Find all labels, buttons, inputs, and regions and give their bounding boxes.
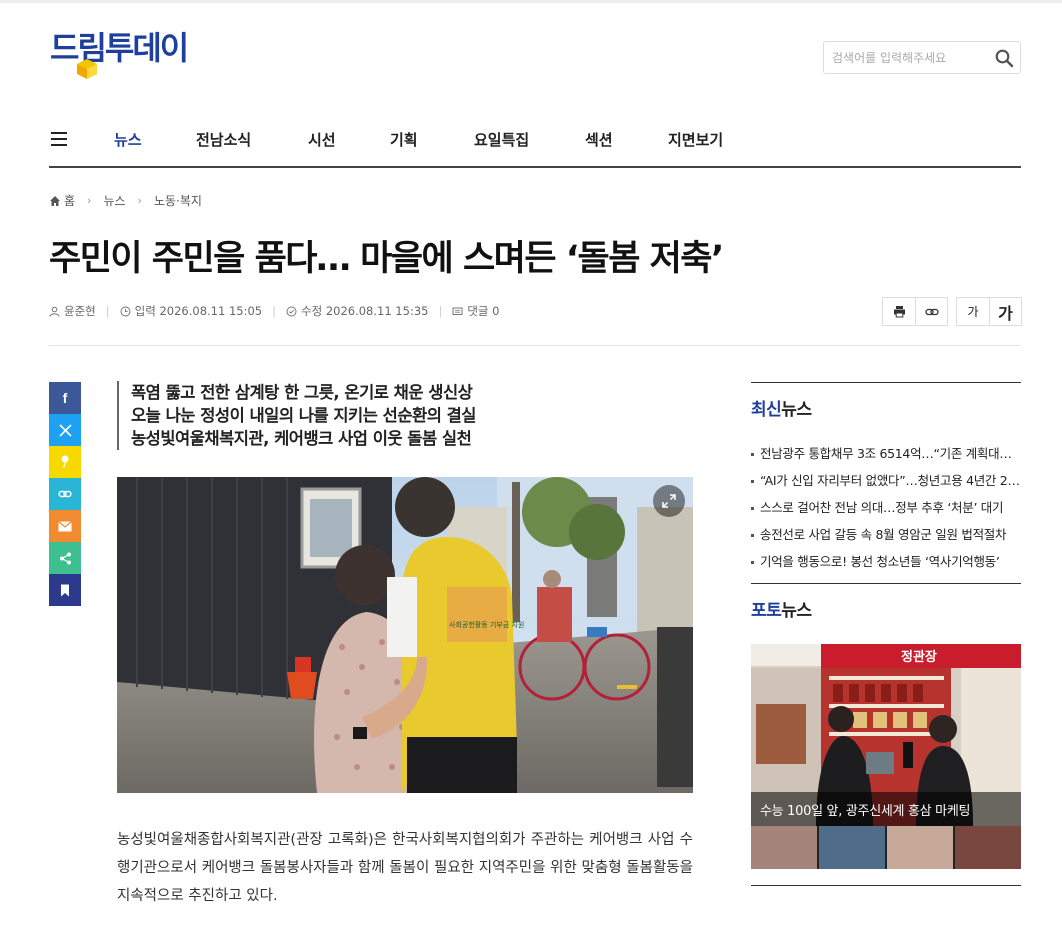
link-icon <box>58 490 72 498</box>
print-icon <box>893 306 905 318</box>
user-icon <box>49 306 60 317</box>
photo-news-thumbnails <box>751 826 1021 869</box>
link-icon <box>924 308 939 315</box>
article-meta: 윤준현 | 입력 2026.08.11 15:05 | 수정 2026.08.1… <box>49 303 499 319</box>
clock-icon <box>120 306 131 316</box>
share-icon <box>59 552 71 564</box>
search-icon[interactable] <box>994 48 1014 68</box>
facebook-icon: f <box>62 390 68 406</box>
expand-icon <box>662 494 676 508</box>
latest-news-heading-highlight: 최신 <box>751 400 782 420</box>
latest-news-list: 전남광주 통합채무 3조 6514억…“기존 계획대로 진행 “AI가 신입 자… <box>751 440 1021 575</box>
font-smaller-button[interactable]: 가 <box>957 298 989 325</box>
email-icon <box>58 520 72 531</box>
photo-thumbnail[interactable] <box>887 826 953 869</box>
menu-icon[interactable] <box>51 132 67 146</box>
subtitle-line: 오늘 나눈 정성이 내일의 나를 지키는 선순환의 결실 <box>131 406 477 425</box>
sidebar-bottom-line <box>751 885 1021 886</box>
photo-news-card[interactable]: 정관장 수능 100일 앞, 광주신세계 홍삼 마케팅 <box>751 644 1021 869</box>
x-icon <box>58 423 72 437</box>
facebook-share-button[interactable]: f <box>49 382 81 414</box>
subtitle-line: 폭염 뚫고 전한 삼계탕 한 그릇, 온기로 채운 생신상 <box>131 383 473 402</box>
print-button[interactable] <box>883 298 915 325</box>
chevron-right-icon: › <box>87 194 92 207</box>
site-logo[interactable]: 드림투데이 <box>50 29 189 82</box>
font-larger-button[interactable]: 가 <box>989 298 1021 325</box>
chevron-right-icon: › <box>137 194 142 207</box>
breadcrumb-home[interactable]: 홈 <box>64 192 75 209</box>
sidebar-top-line <box>751 382 1021 383</box>
comment-icon <box>452 307 463 315</box>
article-tools <box>882 297 948 326</box>
home-icon <box>50 195 60 206</box>
search-input[interactable] <box>824 42 984 73</box>
latest-news-item[interactable]: 스스로 걸어찬 전남 의대…정부 추후 ‘처분’ 대기 <box>751 494 1021 521</box>
share-button[interactable] <box>49 542 81 574</box>
photo-news-top-line <box>751 583 1021 584</box>
breadcrumb-category[interactable]: 노동·복지 <box>154 192 202 209</box>
font-size-tools: 가 가 <box>956 297 1022 326</box>
nav-item-sisun[interactable]: 시선 <box>308 129 336 150</box>
photo-news-heading-rest: 뉴스 <box>781 601 812 621</box>
latest-news-heading-rest: 뉴스 <box>781 400 812 420</box>
x-share-button[interactable] <box>49 414 81 446</box>
breadcrumb-section[interactable]: 뉴스 <box>103 192 125 209</box>
photo-news-heading-highlight: 포토 <box>751 601 782 621</box>
article-subtitle: 폭염 뚫고 전한 삼계탕 한 그릇, 온기로 채운 생신상 오늘 나눈 정성이 … <box>117 381 477 450</box>
nav-item-weekday-special[interactable]: 요일특집 <box>474 129 529 150</box>
vest-text: 사회공헌활동 기부금 지원 <box>449 620 524 629</box>
latest-news-item[interactable]: 전남광주 통합채무 3조 6514억…“기존 계획대로 진행 <box>751 440 1021 467</box>
logo-text: 드림투데이 <box>50 29 189 67</box>
modified-label: 수정 <box>300 304 323 318</box>
photo-thumbnail[interactable] <box>819 826 885 869</box>
modified-time: 2026.08.11 15:35 <box>325 304 429 318</box>
breadcrumb: 홈 › 뉴스 › 노동·복지 <box>49 192 202 209</box>
latest-news-item[interactable]: “AI가 신입 자리부터 없앴다”…청년고용 4년간 28만 명 감소 <box>751 467 1021 494</box>
nav-item-news[interactable]: 뉴스 <box>114 129 142 150</box>
email-share-button[interactable] <box>49 510 81 542</box>
kakaostory-icon <box>61 455 69 468</box>
photo-news-caption: 수능 100일 앞, 광주신세계 홍삼 마케팅 <box>751 792 1021 826</box>
latest-news-item[interactable]: 기억을 행동으로! 봉선 청소년들 ‘역사기억행동’ <box>751 548 1021 575</box>
subtitle-line: 농성빛여울채복지관, 케어뱅크 사업 이웃 돌봄 실천 <box>131 429 472 448</box>
link-share-button[interactable] <box>49 478 81 510</box>
kakaostory-share-button[interactable] <box>49 446 81 478</box>
search-box <box>823 41 1021 74</box>
header-divider <box>49 345 1021 346</box>
photo-news-heading[interactable]: 포토뉴스 <box>751 596 812 621</box>
article-photo[interactable]: 사회공헌활동 기부금 지원 <box>117 477 693 793</box>
article-photo-image: 사회공헌활동 기부금 지원 <box>117 477 693 793</box>
logo-cube-icon <box>77 59 97 79</box>
copy-link-button[interactable] <box>915 298 947 325</box>
latest-news-heading[interactable]: 최신뉴스 <box>751 395 812 420</box>
top-border <box>0 0 1062 3</box>
photo-thumbnail[interactable] <box>955 826 1021 869</box>
bookmark-button[interactable] <box>49 574 81 606</box>
latest-news-item[interactable]: 송전선로 사업 갈등 속 8월 영암군 일원 법적절차 <box>751 521 1021 548</box>
main-nav: 뉴스 전남소식 시선 기획 요일특집 섹션 지면보기 <box>49 118 1021 168</box>
expand-photo-button[interactable] <box>653 485 685 517</box>
comments-count[interactable]: 댓글 0 <box>467 303 499 319</box>
article-body: 농성빛여울채종합사회복지관(관장 고록화)은 한국사회복지협의회가 주관하는 케… <box>117 832 693 904</box>
photo-thumbnail[interactable] <box>751 826 817 869</box>
input-time: 2026.08.11 15:05 <box>159 304 263 318</box>
store-sign-text: 정관장 <box>901 649 937 665</box>
author-name[interactable]: 윤준현 <box>64 303 96 319</box>
bookmark-icon <box>61 584 69 596</box>
input-label: 입력 <box>134 304 156 318</box>
nav-item-section[interactable]: 섹션 <box>585 129 613 150</box>
check-circle-icon <box>286 306 297 316</box>
nav-item-planning[interactable]: 기획 <box>390 129 418 150</box>
share-bar: f <box>49 382 81 606</box>
article-title: 주민이 주민을 품다… 마을에 스며든 ‘돌봄 저축’ <box>49 239 724 279</box>
nav-item-print-edition[interactable]: 지면보기 <box>668 129 723 150</box>
nav-item-jeonnam[interactable]: 전남소식 <box>196 129 251 150</box>
